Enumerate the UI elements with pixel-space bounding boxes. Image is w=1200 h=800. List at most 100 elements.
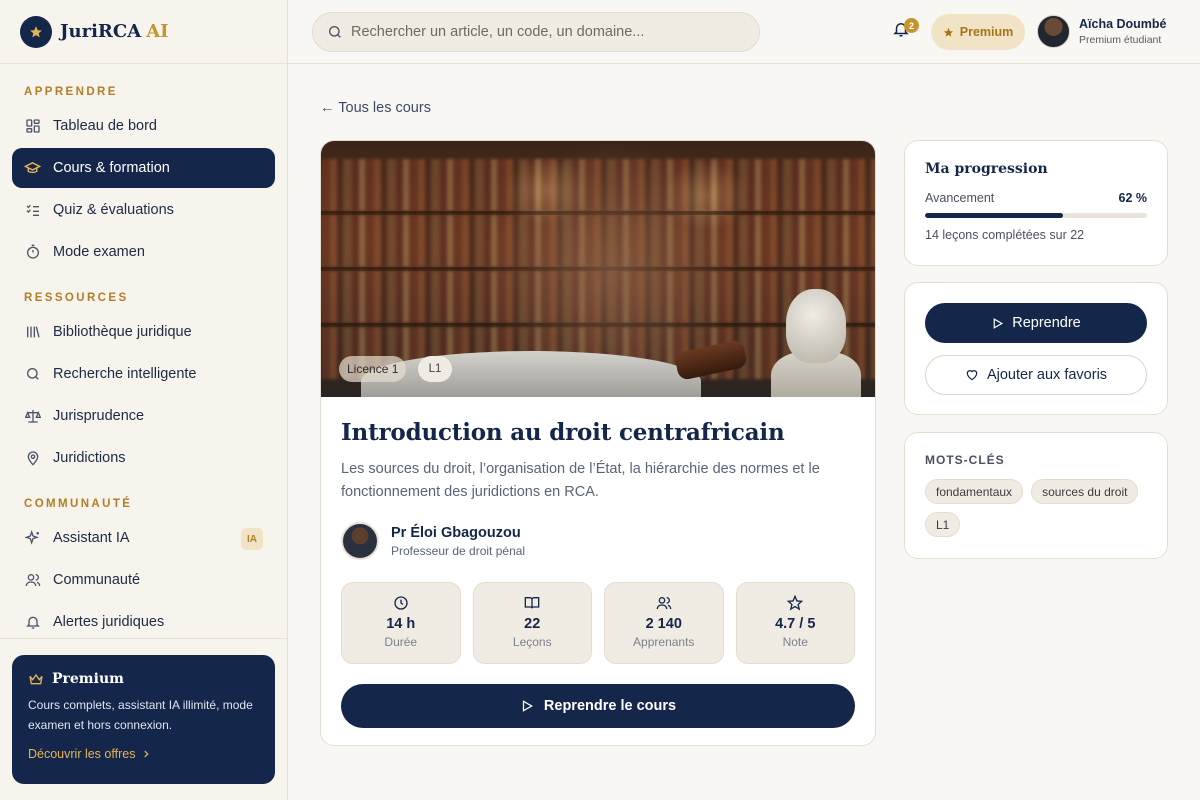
author-avatar bbox=[341, 522, 379, 560]
sidebar-item-label: Tableau de bord bbox=[53, 118, 157, 134]
sidebar-item-label: Quiz & évaluations bbox=[53, 202, 174, 218]
premium-button[interactable]: Premium bbox=[931, 14, 1025, 50]
map-pin-icon bbox=[24, 450, 41, 467]
sidebar-item-quiz[interactable]: Quiz & évaluations bbox=[12, 190, 275, 230]
stat-duration: 14 h Durée bbox=[341, 582, 461, 664]
sidebar-item-label: Assistant IA bbox=[53, 530, 130, 546]
course-card: Licence 1 L1 Introduction au droit centr… bbox=[320, 140, 876, 746]
star-icon bbox=[943, 27, 954, 38]
sidebar-item-label: Mode examen bbox=[53, 244, 145, 260]
course-description: Les sources du droit, l’organisation de … bbox=[341, 461, 820, 500]
progress-percent: 62 % bbox=[1118, 191, 1148, 205]
actions-panel: Reprendre Ajouter aux favoris bbox=[904, 282, 1168, 415]
chevron-right-icon bbox=[141, 749, 151, 759]
search-icon bbox=[24, 366, 41, 383]
progress-bar bbox=[925, 213, 1147, 218]
keywords-title: MOTS-CLÉS bbox=[925, 453, 1005, 467]
author-name: Pr Éloi Gbagouzou bbox=[391, 524, 521, 541]
keyword-chip[interactable]: sources du droit bbox=[1031, 479, 1139, 504]
search-bar[interactable] bbox=[312, 12, 760, 52]
avatar bbox=[1037, 15, 1070, 48]
add-to-favorites-button[interactable]: Ajouter aux favoris bbox=[925, 355, 1147, 395]
sparkles-icon bbox=[24, 530, 41, 547]
course-stats: 14 h Durée 22 Leçons 2 140 Apprenants 4.… bbox=[341, 582, 855, 664]
stat-label: Durée bbox=[384, 635, 418, 649]
star-icon bbox=[787, 595, 804, 611]
notifications-button[interactable]: 2 bbox=[892, 18, 919, 44]
course-title: Introduction au droit centrafricain bbox=[341, 419, 785, 446]
stat-label: Apprenants bbox=[633, 635, 695, 649]
search-icon bbox=[327, 24, 343, 40]
user-name: Aïcha Doumbé bbox=[1079, 17, 1167, 31]
promo-text: Cours complets, assistant IA illimité, m… bbox=[28, 698, 253, 732]
keyword-list: fondamentaux sources du droit L1 bbox=[925, 479, 1147, 537]
stat-value: 14 h bbox=[386, 616, 416, 632]
level-chip: L1 bbox=[418, 356, 452, 382]
sidebar-item-communaute[interactable]: Communauté bbox=[12, 560, 275, 600]
star-logo-icon bbox=[20, 15, 52, 48]
level-tag: Licence 1 bbox=[339, 356, 407, 382]
discover-offers-link[interactable]: Découvrir les offres bbox=[28, 747, 259, 761]
stat-value: 4.7 / 5 bbox=[775, 616, 816, 632]
section-title-communaute: COMMUNAUTÉ bbox=[24, 498, 133, 510]
sidebar-nav: APPRENDRE Tableau de bord Cours & format… bbox=[0, 64, 287, 638]
sidebar-item-juridictions[interactable]: Juridictions bbox=[12, 438, 275, 478]
sidebar-item-label: Juridictions bbox=[53, 450, 126, 466]
sidebar-item-label: Bibliothèque juridique bbox=[53, 324, 192, 340]
promo-title: Premium bbox=[28, 671, 259, 687]
resume-course-button[interactable]: Reprendre le cours bbox=[341, 684, 855, 728]
timer-icon bbox=[24, 244, 41, 261]
back-to-courses-link[interactable]: ← Tous les cours bbox=[320, 100, 431, 116]
checklist-icon bbox=[24, 202, 41, 219]
sidebar-item-assistant-ia[interactable]: Assistant IA IA bbox=[12, 518, 275, 558]
bell-icon bbox=[24, 614, 41, 631]
clock-icon bbox=[393, 595, 409, 611]
sidebar-divider bbox=[0, 638, 287, 639]
brand[interactable]: JuriRCA AI bbox=[0, 0, 287, 64]
keyword-chip[interactable]: fondamentaux bbox=[925, 479, 1024, 504]
sidebar-item-cours-formation[interactable]: Cours & formation bbox=[12, 148, 275, 188]
sidebar-item-alertes[interactable]: Alertes juridiques bbox=[12, 602, 275, 638]
users-icon bbox=[656, 595, 672, 611]
notification-count-badge: 2 bbox=[904, 18, 919, 33]
section-title-apprendre: APPRENDRE bbox=[24, 86, 118, 98]
top-bar: 2 Premium Aïcha Doumbé Premium étudiant bbox=[288, 0, 1200, 64]
stat-lessons: 22 Leçons bbox=[472, 582, 592, 664]
sidebar-item-recherche[interactable]: Recherche intelligente bbox=[12, 354, 275, 394]
sidebar: JuriRCA AI APPRENDRE Tableau de bord Cour… bbox=[0, 0, 288, 800]
stat-value: 2 140 bbox=[645, 616, 682, 632]
sidebar-item-label: Alertes juridiques bbox=[53, 614, 165, 630]
ia-badge: IA bbox=[241, 528, 263, 550]
brand-name: JuriRCA AI bbox=[60, 21, 169, 42]
dashboard-icon bbox=[24, 118, 41, 135]
library-icon bbox=[24, 324, 41, 341]
stat-value: 22 bbox=[524, 616, 541, 632]
user-menu[interactable]: Aïcha Doumbé Premium étudiant bbox=[1037, 15, 1167, 48]
book-icon bbox=[524, 595, 540, 611]
sidebar-item-bibliotheque[interactable]: Bibliothèque juridique bbox=[12, 312, 275, 352]
premium-promo-card: Premium Cours complets, assistant IA ill… bbox=[12, 655, 275, 784]
heart-icon bbox=[965, 368, 979, 382]
crown-icon bbox=[28, 671, 44, 687]
play-icon bbox=[520, 699, 534, 713]
sidebar-item-label: Jurisprudence bbox=[53, 408, 145, 424]
scales-icon bbox=[24, 408, 41, 425]
sidebar-item-jurisprudence[interactable]: Jurisprudence bbox=[12, 396, 275, 436]
sidebar-item-label: Recherche intelligente bbox=[53, 366, 197, 382]
progress-panel: Ma progression Avancement 62 % 14 leçons… bbox=[904, 140, 1168, 266]
section-title-ressources: RESSOURCES bbox=[24, 292, 129, 304]
search-input[interactable] bbox=[351, 24, 731, 40]
resume-button[interactable]: Reprendre bbox=[925, 303, 1147, 343]
keyword-chip[interactable]: L1 bbox=[925, 512, 961, 537]
course-author: Pr Éloi Gbagouzou Professeur de droit pé… bbox=[341, 522, 855, 560]
author-role: Professeur de droit pénal bbox=[391, 543, 526, 558]
graduation-cap-icon bbox=[24, 160, 41, 177]
stat-label: Note bbox=[782, 635, 808, 649]
sidebar-item-mode-examen[interactable]: Mode examen bbox=[12, 232, 275, 272]
stat-label: Leçons bbox=[512, 635, 552, 649]
stat-learners: 2 140 Apprenants bbox=[604, 582, 724, 664]
users-icon bbox=[24, 572, 41, 589]
sidebar-item-tableau-de-bord[interactable]: Tableau de bord bbox=[12, 106, 275, 146]
course-hero-image: Licence 1 L1 bbox=[321, 141, 875, 397]
progress-title: Ma progression bbox=[925, 161, 1048, 177]
